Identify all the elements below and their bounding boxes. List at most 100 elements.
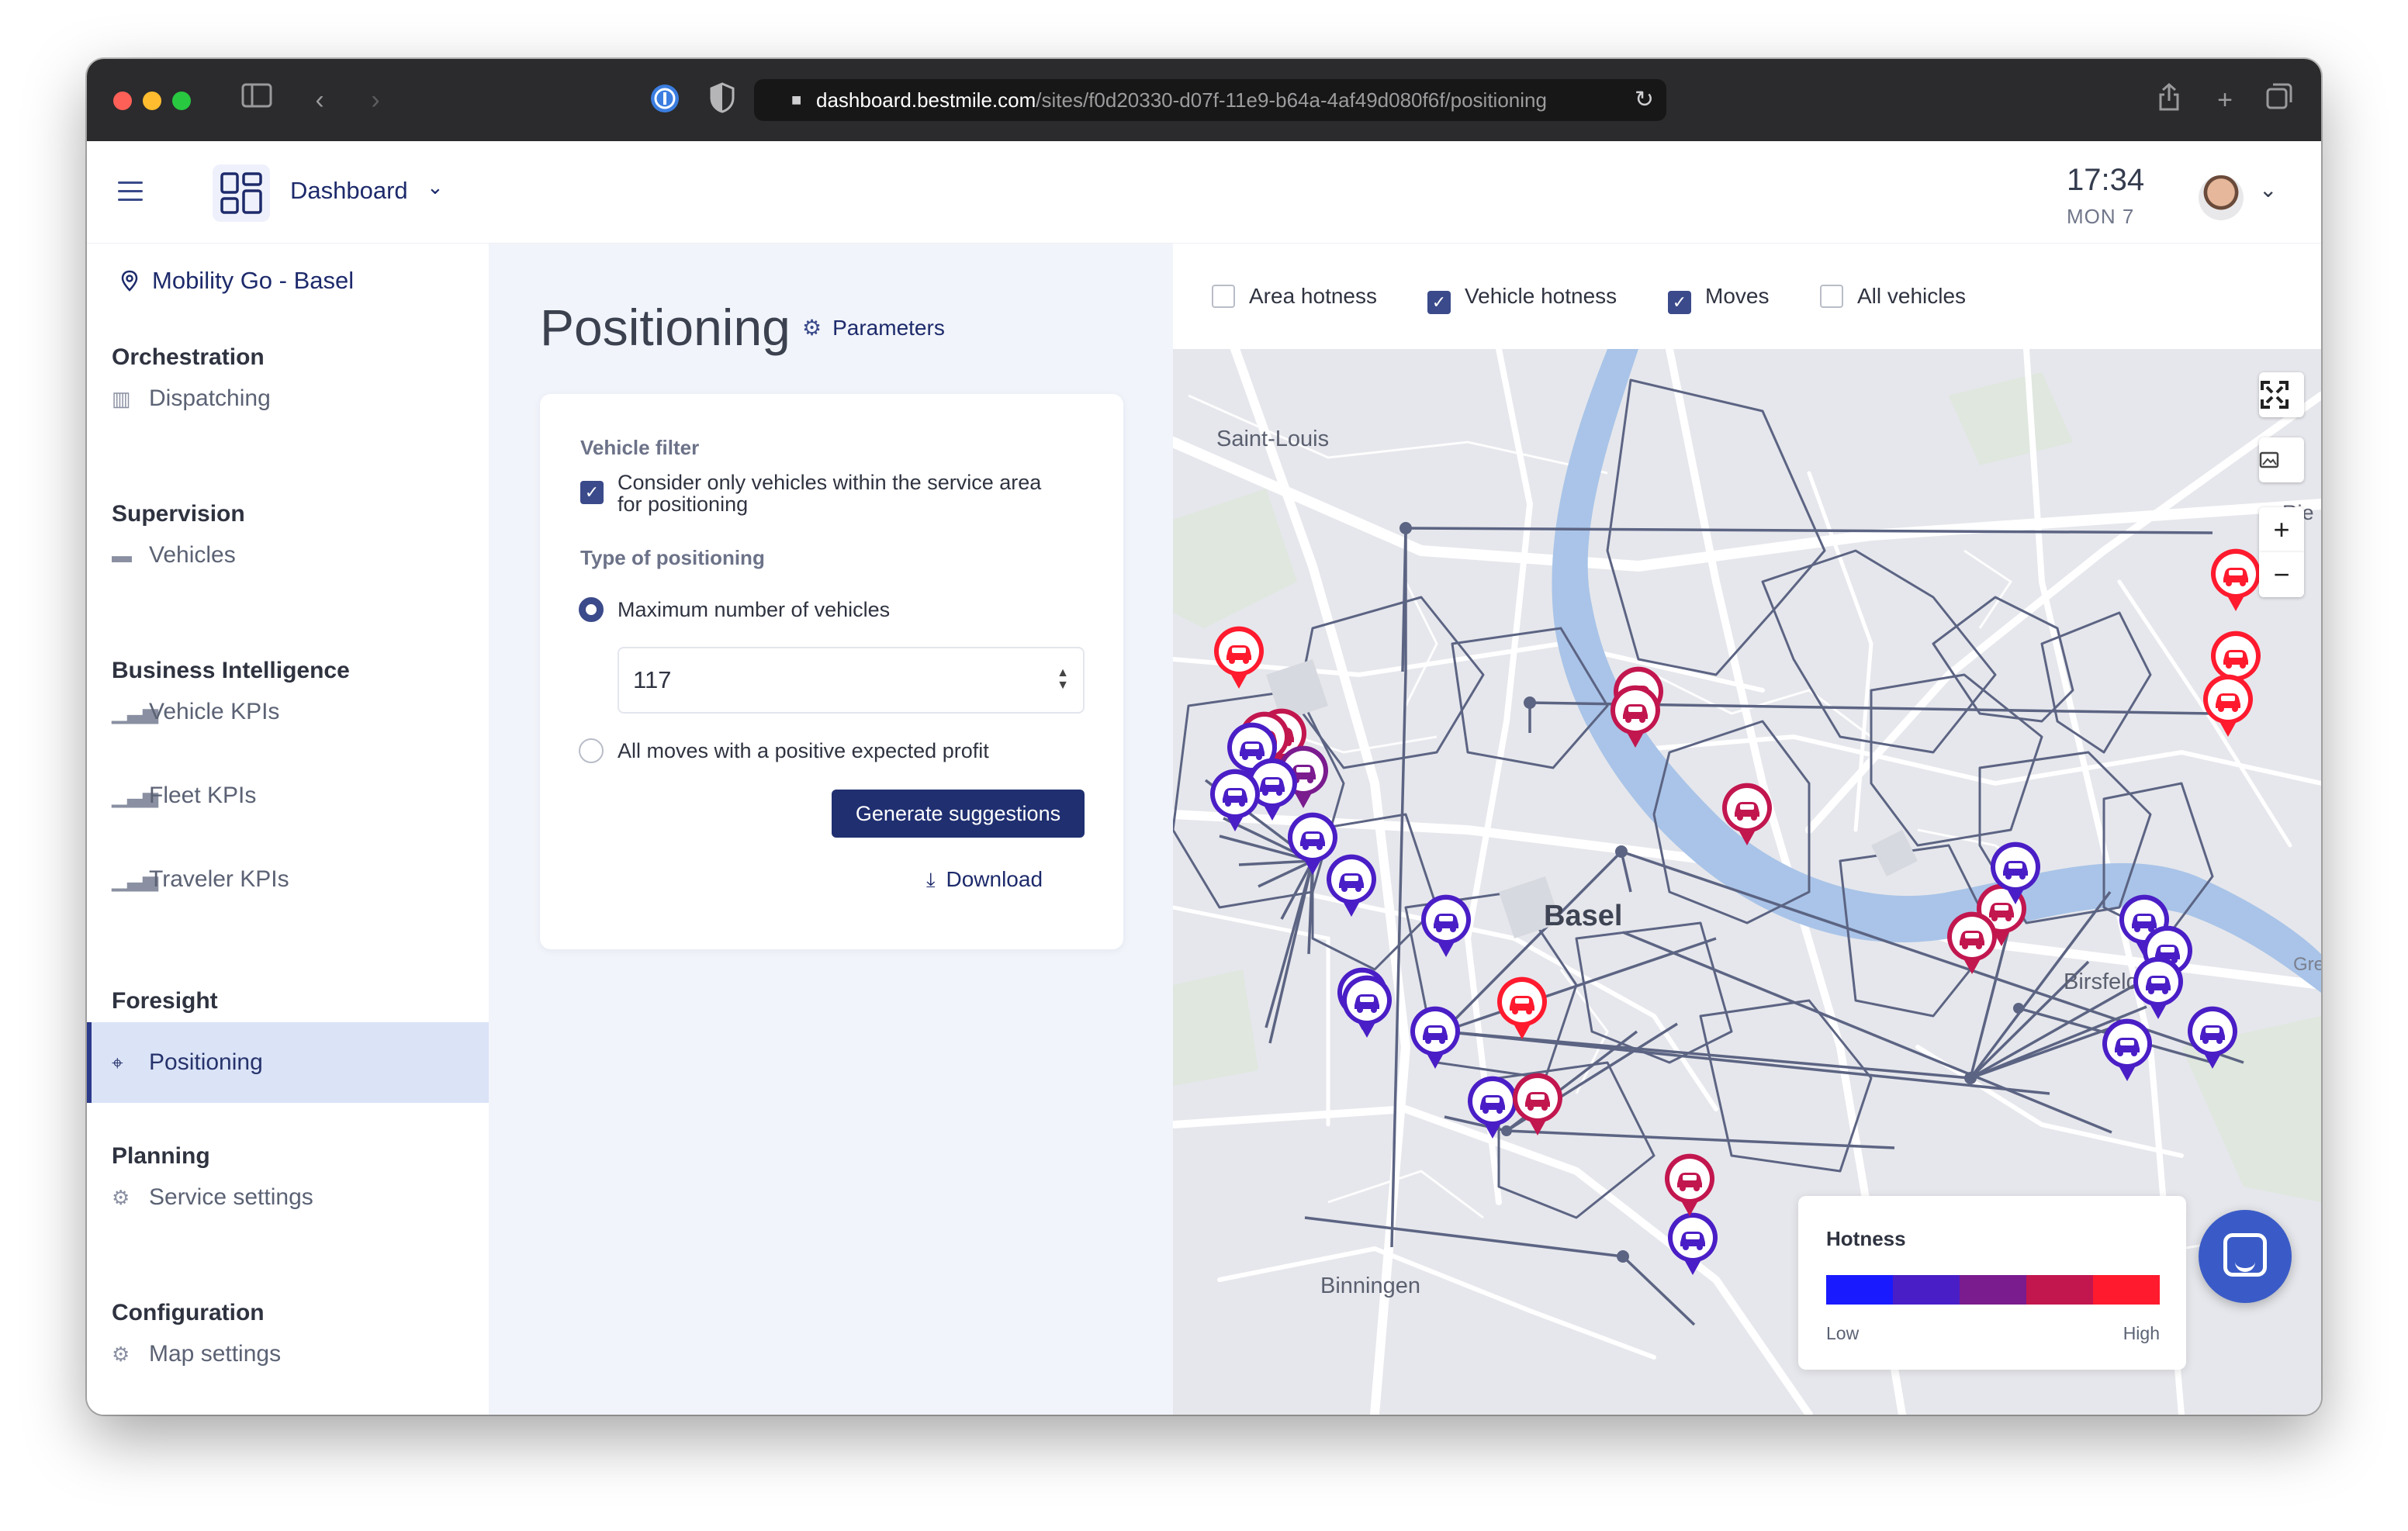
positive-profit-radio[interactable] <box>579 738 604 763</box>
gear-icon: ⚙ <box>112 1186 130 1209</box>
all-vehicles-checkbox[interactable] <box>1820 285 1843 308</box>
sidebar-item-label: Service settings <box>149 1184 313 1210</box>
vehicle-marker[interactable] <box>1207 766 1263 833</box>
vehicle-marker[interactable] <box>2200 672 2256 738</box>
vehicle-marker[interactable] <box>2185 1004 2240 1070</box>
max-vehicles-input[interactable]: 117 ▲ ▼ <box>618 647 1085 714</box>
max-vehicles-label: Maximum number of vehicles <box>618 598 891 621</box>
gear-icon: ⚙ <box>112 1343 130 1366</box>
map-panel: Area hotness ✓ Vehicle hotness ✓ Moves All… <box>1173 244 2321 1415</box>
sidebar: Mobility Go - Basel Orchestration ▥ Dispa… <box>87 244 489 1415</box>
fullscreen-button[interactable] <box>2259 372 2304 417</box>
share-icon[interactable] <box>2154 82 2185 118</box>
layer-vehicle-hotness[interactable]: ✓ Vehicle hotness <box>1427 284 1617 314</box>
place-label-binningen: Binningen <box>1320 1274 1420 1298</box>
vehicle-marker[interactable] <box>1944 909 2000 976</box>
password-manager-icon[interactable] <box>647 82 683 118</box>
map-layer-toggles: Area hotness ✓ Vehicle hotness ✓ Moves All… <box>1173 244 2321 349</box>
sidebar-item-map-settings[interactable]: ⚙ Map settings <box>87 1314 489 1394</box>
vehicle-marker[interactable] <box>2099 1016 2155 1083</box>
chat-icon <box>2223 1233 2267 1277</box>
vehicle-marker[interactable] <box>1339 973 1395 1039</box>
browser-window: ‹ › ■ dashboard.bestmile.com/sites/f0d203… <box>87 59 2321 1415</box>
vehicle-marker[interactable] <box>1407 1004 1463 1070</box>
positive-profit-label: All moves with a positive expected profi… <box>618 739 989 762</box>
sidebar-item-service-settings[interactable]: ⚙ Service settings <box>87 1157 489 1238</box>
positioning-icon: ⌖ <box>112 1051 123 1074</box>
legend-swatch <box>1960 1275 2026 1305</box>
reload-icon[interactable]: ↻ <box>1635 79 1654 121</box>
forward-icon[interactable]: › <box>360 82 391 118</box>
sidebar-item-fleet-kpis[interactable]: ▁▃▅Fleet KPIs <box>87 755 489 836</box>
area-hotness-checkbox[interactable] <box>1212 285 1235 308</box>
clock-day: MON 7 <box>2067 205 2135 228</box>
zoom-in-button[interactable]: + <box>2259 507 2304 552</box>
address-bar[interactable]: ■ dashboard.bestmile.com/sites/f0d20330-d… <box>754 79 1666 121</box>
sidebar-item-label: Traveler KPIs <box>149 866 289 892</box>
sidebar-item-traveler-kpis[interactable]: ▁▃▅Traveler KPIs <box>87 839 489 920</box>
layer-moves[interactable]: ✓ Moves <box>1668 284 1769 314</box>
map-style-button[interactable] <box>2259 437 2304 482</box>
gear-icon: ⚙ <box>802 316 822 340</box>
zoom-out-button[interactable]: − <box>2259 552 2304 597</box>
section-foresight: Foresight <box>112 988 218 1014</box>
vehicle-marker[interactable] <box>1211 624 1267 690</box>
vehicle-marker[interactable] <box>1665 1210 1721 1277</box>
sidebar-item-vehicle-kpis[interactable]: ▁▃▅Vehicle KPIs <box>87 672 489 752</box>
vehicle-marker[interactable] <box>2130 954 2186 1021</box>
url-host: dashboard.bestmile.com <box>816 88 1036 112</box>
layer-area-hotness[interactable]: Area hotness <box>1212 284 1377 309</box>
vehicle-marker[interactable] <box>1607 683 1663 749</box>
vehicle-marker[interactable] <box>1719 780 1775 847</box>
vehicle-marker[interactable] <box>2208 546 2264 613</box>
download-link[interactable]: ⤓ Download <box>926 867 1043 893</box>
site-selector[interactable]: Mobility Go - Basel <box>121 267 354 295</box>
vehicle-marker[interactable] <box>1494 974 1550 1041</box>
sidebar-item-positioning[interactable]: ⌖ Positioning <box>87 1022 489 1103</box>
close-window-button[interactable] <box>113 92 132 110</box>
back-icon[interactable]: ‹ <box>304 82 335 118</box>
menu-icon[interactable] <box>118 181 143 202</box>
user-menu-chevron-icon[interactable]: ⌄ <box>2259 177 2277 202</box>
layer-all-vehicles[interactable]: All vehicles <box>1820 284 1966 309</box>
number-stepper-icon[interactable]: ▲ ▼ <box>1057 667 1069 692</box>
dashboard-logo-icon <box>213 164 270 222</box>
vehicle-marker[interactable] <box>1510 1070 1566 1137</box>
layer-label: All vehicles <box>1857 284 1967 308</box>
bar-chart-icon: ▁▃▅ <box>112 700 158 724</box>
car-icon: ▬ <box>112 544 132 567</box>
app-switcher[interactable]: Dashboard <box>290 177 408 205</box>
privacy-shield-icon[interactable] <box>704 82 740 118</box>
tab-overview-icon[interactable] <box>2264 82 2295 118</box>
vehicle-marker[interactable] <box>1662 1151 1718 1218</box>
sidebar-toggle-icon[interactable] <box>239 82 275 118</box>
vehicle-marker[interactable] <box>1988 839 2043 906</box>
location-pin-icon <box>121 270 138 292</box>
map-icon: ▥ <box>112 387 131 410</box>
minimize-window-button[interactable] <box>143 92 161 110</box>
chevron-down-icon[interactable]: ⌄ <box>427 175 444 199</box>
avatar[interactable] <box>2199 175 2244 220</box>
type-of-positioning-label: Type of positioning <box>580 546 765 569</box>
generate-suggestions-button[interactable]: Generate suggestions <box>832 790 1085 838</box>
legend-swatch <box>1893 1275 1960 1305</box>
new-tab-icon[interactable]: + <box>2209 82 2240 118</box>
max-vehicles-radio[interactable] <box>579 597 604 622</box>
sidebar-item-label: Fleet KPIs <box>149 783 257 808</box>
service-area-checkbox[interactable]: ✓ <box>580 481 604 504</box>
moves-checkbox[interactable]: ✓ <box>1668 291 1691 314</box>
map-canvas[interactable]: Saint-Louis Basel Birsfelden Binningen G… <box>1173 349 2321 1415</box>
layer-label: Vehicle hotness <box>1465 284 1617 308</box>
zoom-window-button[interactable] <box>172 92 191 110</box>
vehicle-hotness-checkbox[interactable]: ✓ <box>1427 291 1451 314</box>
vehicle-filter-label: Vehicle filter <box>580 436 700 459</box>
parameters-label: Parameters <box>832 316 945 340</box>
sidebar-item-dispatching[interactable]: ▥ Dispatching <box>87 358 489 439</box>
legend-swatch <box>2026 1275 2093 1305</box>
vehicle-marker[interactable] <box>1323 852 1379 918</box>
sidebar-item-vehicles[interactable]: ▬ Vehicles <box>87 515 489 596</box>
chat-launcher-button[interactable] <box>2199 1210 2292 1303</box>
vehicle-marker[interactable] <box>1418 892 1474 959</box>
page-title: Positioning <box>540 299 791 356</box>
parameters-link[interactable]: ⚙ Parameters <box>802 315 945 340</box>
